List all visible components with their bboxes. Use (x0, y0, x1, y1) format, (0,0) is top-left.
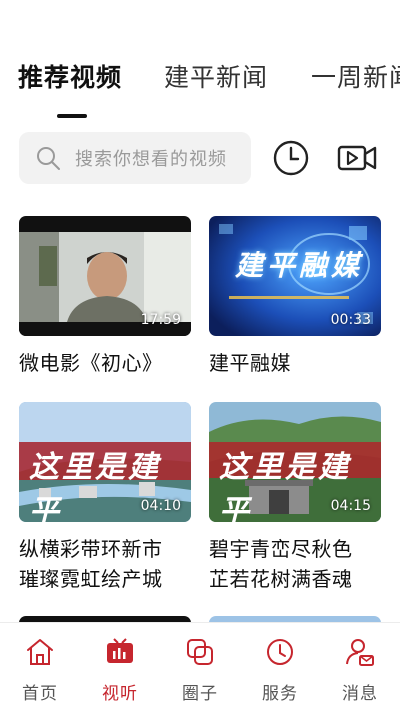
circle-chat-icon (187, 639, 213, 665)
user-message-icon (346, 639, 374, 666)
search-row: 搜索你想看的视频 (0, 132, 400, 186)
video-thumbnail[interactable]: 这里是建平 04:15 (209, 402, 381, 522)
nav-audio-video[interactable]: 视听 (80, 623, 160, 711)
search-placeholder: 搜索你想看的视频 (75, 149, 227, 170)
nav-label: 视听 (102, 684, 138, 704)
video-title[interactable]: 纵横彩带环新市 璀璨霓虹绘产城 (19, 534, 191, 594)
active-tab-indicator (57, 114, 87, 118)
video-duration: 17:59 (140, 312, 181, 328)
video-duration: 00:33 (330, 312, 371, 328)
search-icon (37, 147, 60, 170)
video-title[interactable]: 建平融媒 (209, 348, 381, 378)
thumbnail-caption: 建平融媒 (235, 249, 364, 282)
video-duration: 04:15 (330, 498, 371, 514)
bottom-navigation: 首页 视听 圈子 服务 消息 (0, 622, 400, 711)
tab-weekly-news[interactable]: 一周新闻 (311, 58, 400, 94)
video-thumbnail[interactable]: 17:59 (19, 216, 191, 336)
search-input[interactable]: 搜索你想看的视频 (19, 132, 251, 184)
nav-circle[interactable]: 圈子 (160, 623, 240, 711)
nav-label: 消息 (342, 684, 378, 704)
video-camera-icon[interactable] (337, 138, 377, 178)
video-title[interactable]: 微电影《初心》 (19, 348, 191, 378)
video-card[interactable]: 这里是建平 04:15 碧宇青峦尽秋色 芷若花树满香魂 (209, 402, 381, 594)
clock-icon[interactable] (271, 138, 311, 178)
nav-service[interactable]: 服务 (240, 623, 320, 711)
video-card[interactable]: 17:59 微电影《初心》 (19, 216, 191, 378)
video-thumbnail[interactable]: 这里是建平 04:10 (19, 402, 191, 522)
tab-recommended-videos[interactable]: 推荐视频 (18, 58, 122, 94)
video-card[interactable]: 建平融媒 00:33 建平融媒 (209, 216, 381, 378)
nav-home[interactable]: 首页 (0, 623, 80, 711)
tv-icon (107, 638, 133, 663)
video-card[interactable]: 这里是建平 04:10 纵横彩带环新市 璀璨霓虹绘产城 (19, 402, 191, 594)
clock-service-icon (267, 639, 293, 665)
video-thumbnail[interactable]: 建平融媒 00:33 (209, 216, 381, 336)
home-icon (27, 639, 53, 665)
nav-label: 圈子 (182, 684, 218, 704)
nav-label: 服务 (262, 684, 298, 704)
nav-messages[interactable]: 消息 (320, 623, 400, 711)
tab-jianping-news[interactable]: 建平新闻 (164, 58, 268, 94)
category-tabs: 推荐视频 建平新闻 一周新闻 (0, 58, 400, 118)
video-duration: 04:10 (140, 498, 181, 514)
video-title[interactable]: 碧宇青峦尽秋色 芷若花树满香魂 (209, 534, 381, 594)
nav-label: 首页 (22, 684, 58, 704)
